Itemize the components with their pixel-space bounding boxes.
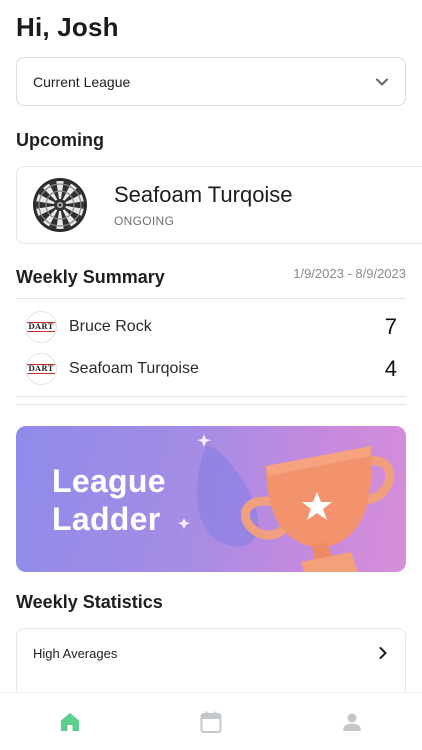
divider [16, 396, 406, 397]
divider [16, 298, 406, 299]
stats-row-label: High Averages [33, 645, 118, 661]
avatar-logo-text: DART [27, 322, 55, 332]
chevron-right-icon [379, 647, 387, 659]
league-select[interactable]: Current League [16, 57, 406, 106]
avatar-logo-text: DART [27, 364, 55, 374]
weekly-statistics-title: Weekly Statistics [16, 592, 163, 612]
league-select-label: Current League [33, 73, 131, 90]
upcoming-league-name: Seafoam Turqoise [114, 182, 293, 207]
upcoming-league-card[interactable]: Seafoam Turqoise ONGOING [16, 166, 422, 244]
summary-row[interactable]: DART Seafoam Turqoise 4 [25, 351, 397, 387]
summary-team-name: Seafoam Turqoise [69, 360, 199, 377]
tab-calendar[interactable] [141, 693, 282, 750]
tab-home[interactable] [0, 693, 141, 750]
greeting-title: Hi, Josh [16, 12, 119, 42]
stats-row-high-averages[interactable]: High Averages [17, 629, 405, 677]
upcoming-status-label: ONGOING [114, 214, 175, 228]
calendar-icon [200, 711, 222, 733]
person-icon [342, 713, 361, 731]
summary-team-name: Bruce Rock [69, 318, 152, 335]
weekly-summary-date-range: 1/9/2023 - 8/9/2023 [293, 266, 406, 281]
dart-logo-avatar: DART [25, 353, 57, 385]
upcoming-title: Upcoming [16, 130, 104, 150]
bottom-tab-bar [0, 692, 422, 750]
league-ladder-banner[interactable]: League Ladder [16, 426, 406, 572]
summary-row[interactable]: DART Bruce Rock 7 [25, 309, 397, 345]
summary-team-score: 7 [384, 314, 397, 339]
dart-logo-avatar: DART [25, 311, 57, 343]
weekly-summary-title: Weekly Summary [16, 267, 165, 287]
banner-title-line1: League [52, 463, 166, 499]
home-icon [61, 712, 80, 731]
divider [16, 404, 406, 405]
tab-profile[interactable] [281, 693, 422, 750]
banner-title-line2: Ladder [52, 501, 161, 537]
chevron-down-icon [376, 78, 388, 85]
summary-team-score: 4 [384, 356, 397, 381]
dartboard-icon [33, 178, 87, 232]
